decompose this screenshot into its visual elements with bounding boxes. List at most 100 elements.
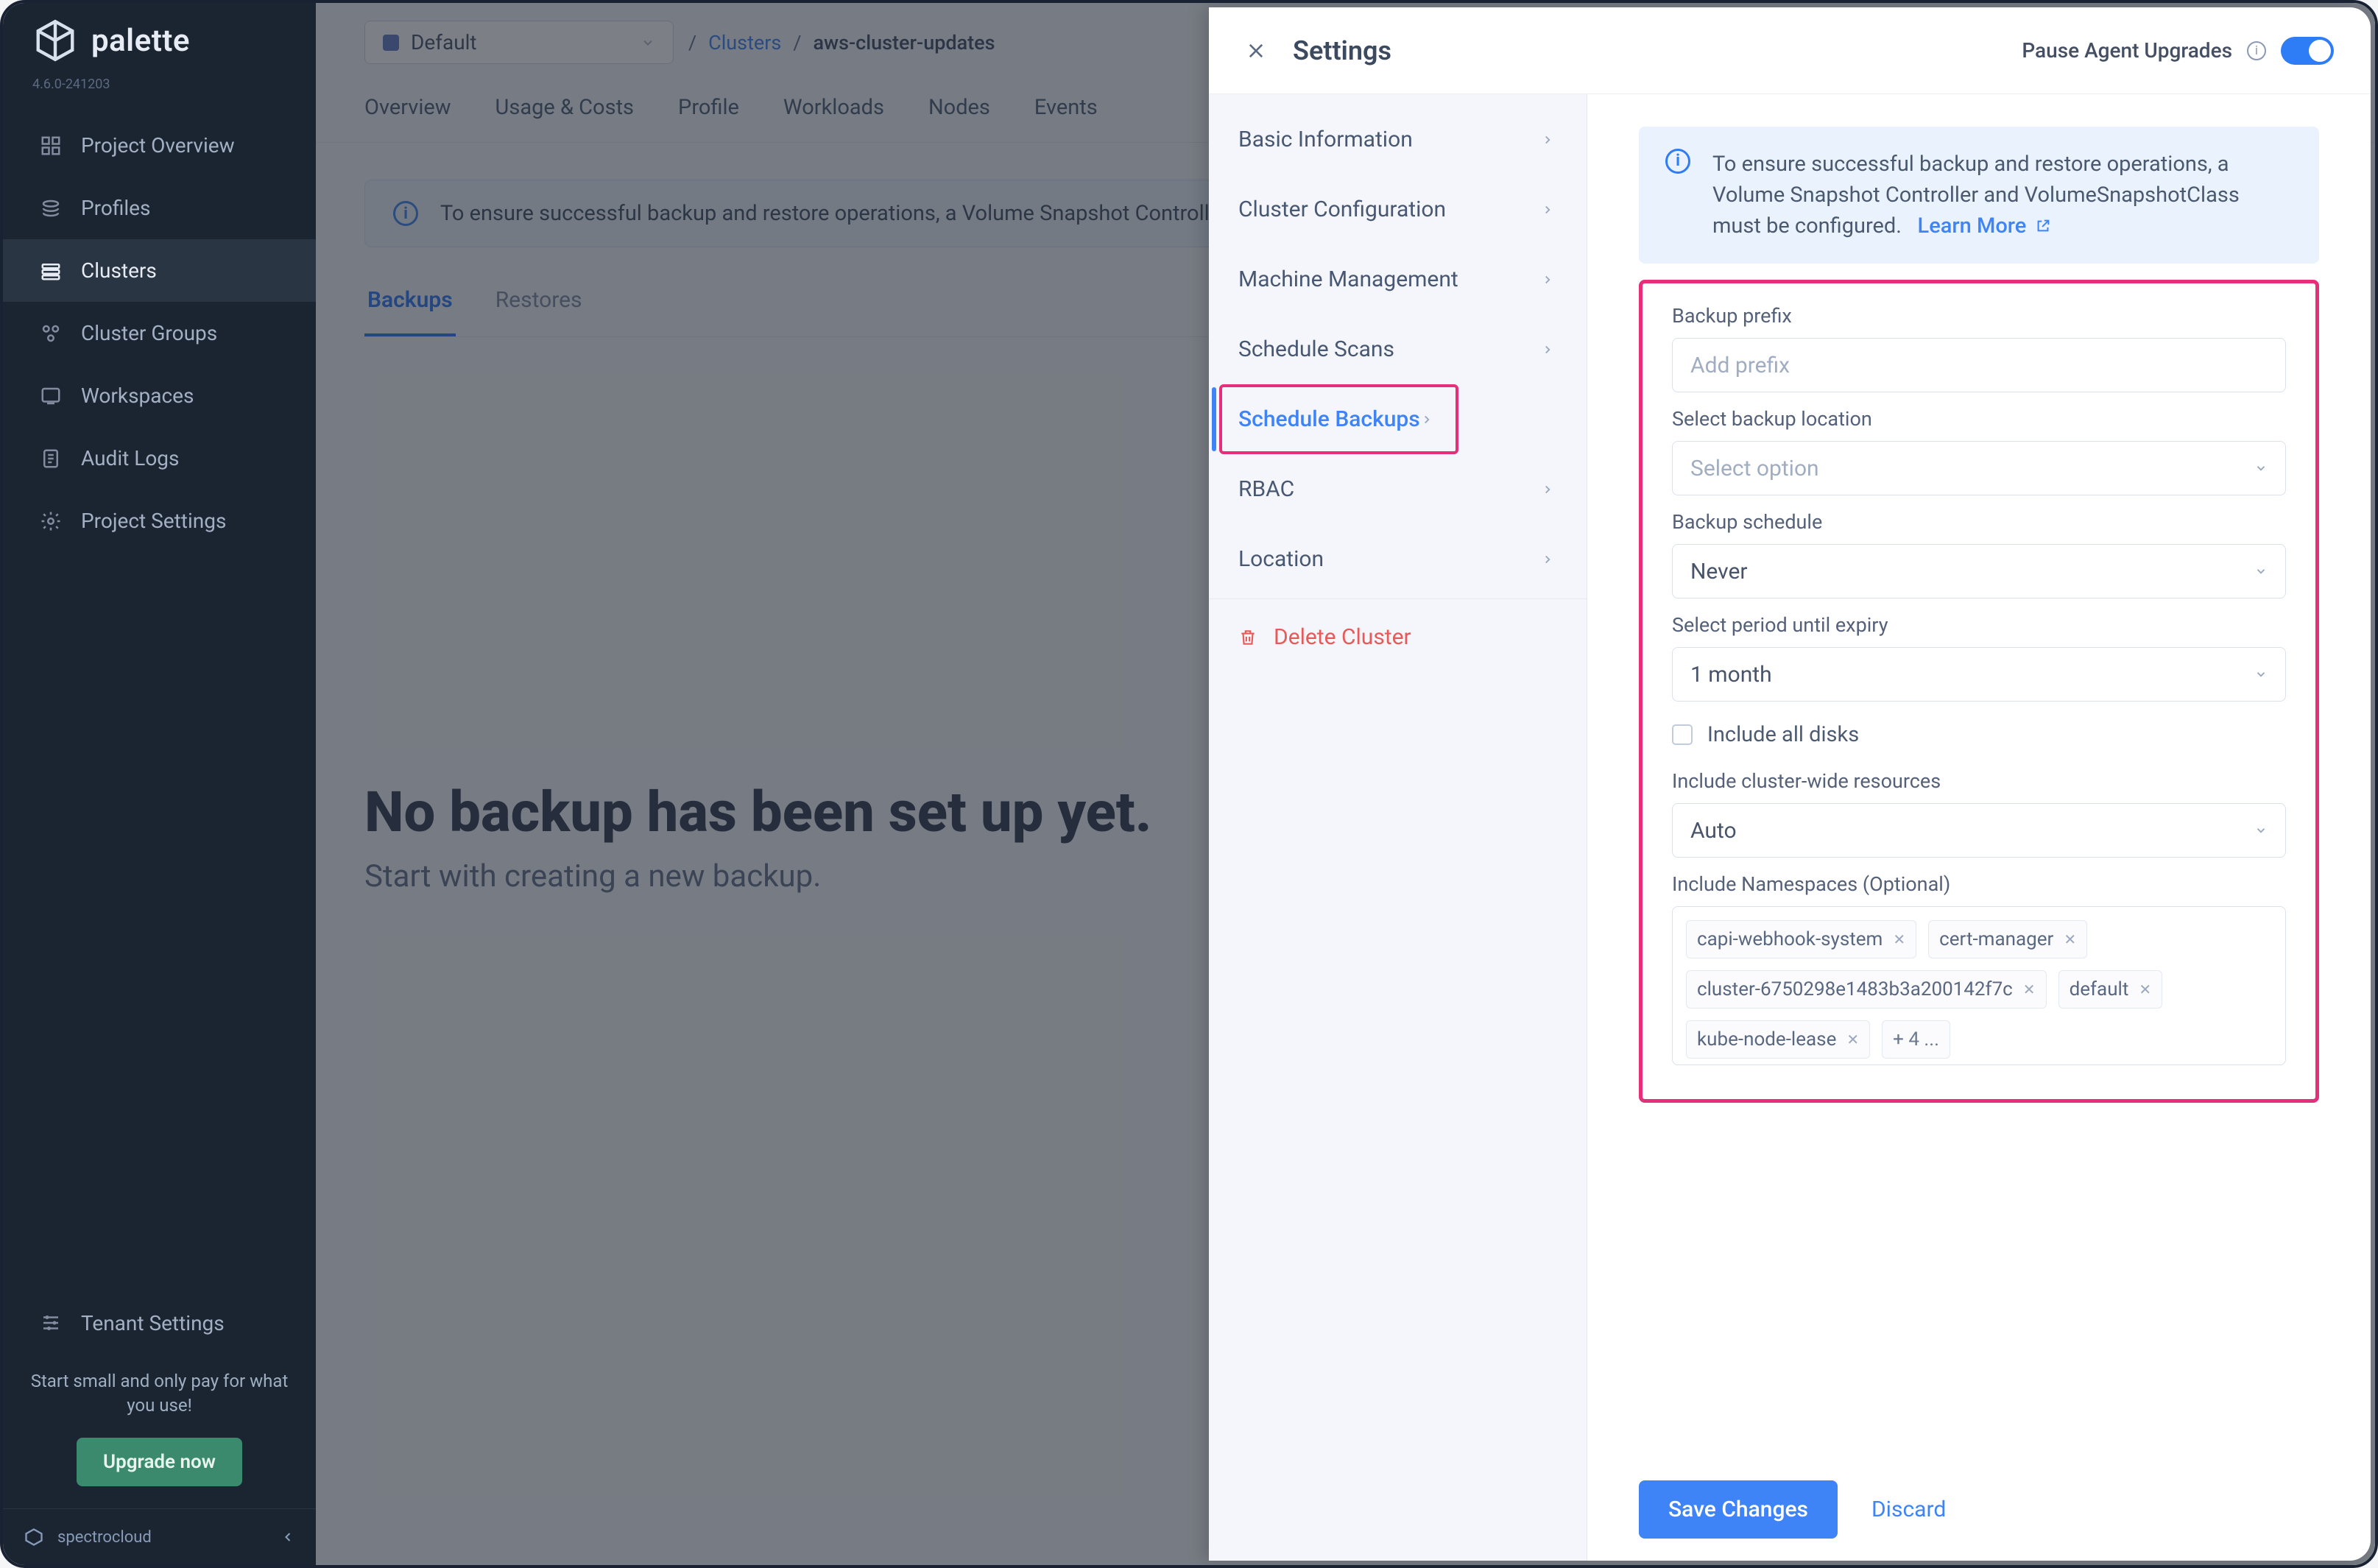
namespace-tag[interactable]: cert-manager ✕ — [1928, 920, 2087, 958]
sidebar-item-project-settings[interactable]: Project Settings — [3, 490, 316, 552]
namespace-tag[interactable]: cluster-6750298e1483b3a200142f7c✕ — [1686, 970, 2047, 1009]
dashboard-icon — [40, 135, 62, 157]
gear-icon — [40, 510, 62, 532]
chevron-down-icon — [2254, 668, 2268, 681]
info-icon[interactable]: i — [2247, 41, 2266, 60]
chevron-right-icon — [1541, 553, 1554, 566]
settings-nav-basic-information[interactable]: Basic Information — [1209, 105, 1587, 174]
drawer-footer: Save Changes Discard — [1639, 1451, 2319, 1539]
trash-icon — [1238, 628, 1257, 647]
namespace-tag-more[interactable]: + 4 ... — [1882, 1020, 1950, 1059]
select-value: Never — [1690, 559, 1748, 585]
form-info-text: To ensure successful backup and restore … — [1712, 149, 2293, 241]
sidebar-item-workspaces[interactable]: Workspaces — [3, 364, 316, 427]
pause-upgrades-label: Pause Agent Upgrades — [2022, 38, 2232, 63]
include-all-disks-checkbox[interactable] — [1672, 724, 1693, 745]
delete-cluster-label: Delete Cluster — [1274, 624, 1411, 650]
tag-remove-icon[interactable]: ✕ — [2139, 981, 2151, 998]
sidebar-item-clusters[interactable]: Clusters — [3, 239, 316, 302]
sidebar-item-label: Clusters — [81, 258, 157, 283]
namespaces-label: Include Namespaces (Optional) — [1672, 872, 2286, 896]
cluster-groups-icon — [40, 322, 62, 345]
sidebar-item-cluster-groups[interactable]: Cluster Groups — [3, 302, 316, 364]
close-icon[interactable] — [1246, 40, 1266, 61]
settings-nav-schedule-backups[interactable]: Schedule Backups — [1209, 384, 1587, 454]
tag-label: kube-node-lease — [1697, 1028, 1836, 1050]
backup-schedule-label: Backup schedule — [1672, 510, 2286, 534]
audit-logs-icon — [40, 448, 62, 470]
external-link-icon — [2035, 218, 2051, 234]
sidebar-nav: Project Overview Profiles Clusters Clust… — [3, 114, 316, 1283]
select-value: 1 month — [1690, 662, 1772, 688]
backup-location-label: Select backup location — [1672, 407, 2286, 431]
cluster-wide-select[interactable]: Auto — [1672, 803, 2286, 858]
backup-location-select[interactable]: Select option — [1672, 441, 2286, 495]
drawer-header: Settings Pause Agent Upgrades i — [1209, 7, 2371, 94]
clusters-icon — [40, 260, 62, 282]
expiry-label: Select period until expiry — [1672, 613, 2286, 637]
sidebar-item-tenant-settings[interactable]: Tenant Settings — [25, 1298, 294, 1349]
sidebar: palette 4.6.0-241203 Project Overview Pr… — [3, 3, 316, 1565]
sidebar-item-label: Tenant Settings — [81, 1311, 225, 1335]
settings-nav-label: Location — [1238, 546, 1324, 572]
tag-label: default — [2070, 978, 2129, 1000]
promo-text: Start small and only pay for what you us… — [25, 1369, 294, 1419]
tag-remove-icon[interactable]: ✕ — [1846, 1031, 1859, 1048]
settings-nav-label: Schedule Scans — [1238, 336, 1394, 362]
settings-nav-label: Machine Management — [1238, 266, 1458, 292]
workspaces-icon — [40, 385, 62, 407]
settings-nav-location[interactable]: Location — [1209, 524, 1587, 594]
settings-nav-rbac[interactable]: RBAC — [1209, 454, 1587, 524]
select-value: Auto — [1690, 818, 1737, 844]
version-label: 4.6.0-241203 — [3, 63, 316, 114]
sidebar-item-profiles[interactable]: Profiles — [3, 177, 316, 239]
chevron-left-icon — [281, 1530, 295, 1544]
namespaces-multiselect[interactable]: capi-webhook-system✕ cert-manager ✕ clust… — [1672, 906, 2286, 1065]
settings-nav-cluster-configuration[interactable]: Cluster Configuration — [1209, 174, 1587, 244]
sidebar-item-audit-logs[interactable]: Audit Logs — [3, 427, 316, 490]
sidebar-item-label: Project Overview — [81, 133, 235, 158]
chevron-down-icon — [2254, 824, 2268, 837]
sidebar-item-label: Profiles — [81, 196, 150, 220]
backup-schedule-select[interactable]: Never — [1672, 544, 2286, 598]
chevron-right-icon — [1420, 413, 1433, 426]
tag-remove-icon[interactable]: ✕ — [2023, 981, 2036, 998]
tenant-picker[interactable]: spectrocloud — [3, 1508, 316, 1565]
sidebar-bottom: Tenant Settings Start small and only pay… — [3, 1283, 316, 1508]
palette-logo-icon — [32, 18, 78, 63]
settings-nav-schedule-scans[interactable]: Schedule Scans — [1209, 314, 1587, 384]
chevron-right-icon — [1541, 203, 1554, 216]
delete-cluster-button[interactable]: Delete Cluster — [1209, 610, 1587, 665]
sidebar-item-label: Cluster Groups — [81, 321, 217, 345]
placeholder-text: Add prefix — [1690, 353, 1790, 378]
discard-button[interactable]: Discard — [1867, 1496, 1950, 1523]
tag-remove-icon[interactable]: ✕ — [2064, 930, 2076, 948]
learn-more-link[interactable]: Learn More — [1918, 211, 2052, 241]
sliders-icon — [40, 1312, 62, 1334]
chevron-right-icon — [1541, 483, 1554, 496]
namespace-tag[interactable]: default ✕ — [2058, 970, 2163, 1009]
tag-label: cert-manager — [1939, 928, 2053, 950]
cluster-wide-label: Include cluster-wide resources — [1672, 769, 2286, 793]
settings-nav-machine-management[interactable]: Machine Management — [1209, 244, 1587, 314]
sidebar-item-label: Project Settings — [81, 509, 226, 533]
namespace-tag[interactable]: capi-webhook-system✕ — [1686, 920, 1916, 958]
pause-upgrades-toggle[interactable] — [2281, 37, 2334, 65]
chevron-down-icon — [2254, 565, 2268, 578]
sidebar-item-label: Workspaces — [81, 384, 194, 408]
brand: palette — [3, 3, 316, 63]
placeholder-text: Select option — [1690, 456, 1819, 481]
backup-prefix-label: Backup prefix — [1672, 304, 2286, 328]
chevron-right-icon — [1541, 273, 1554, 286]
expiry-select[interactable]: 1 month — [1672, 647, 2286, 702]
upgrade-button[interactable]: Upgrade now — [77, 1438, 242, 1486]
save-button[interactable]: Save Changes — [1639, 1480, 1838, 1539]
backup-prefix-input[interactable]: Add prefix — [1672, 338, 2286, 392]
sidebar-item-project-overview[interactable]: Project Overview — [3, 114, 316, 177]
tag-remove-icon[interactable]: ✕ — [1893, 930, 1905, 948]
settings-drawer: Settings Pause Agent Upgrades i Basic In… — [1209, 7, 2371, 1561]
namespace-tag[interactable]: kube-node-lease ✕ — [1686, 1020, 1870, 1059]
chevron-right-icon — [1541, 133, 1554, 146]
form-highlight-box: Backup prefix Add prefix Select backup l… — [1639, 280, 2319, 1103]
settings-form: i To ensure successful backup and restor… — [1587, 94, 2371, 1561]
